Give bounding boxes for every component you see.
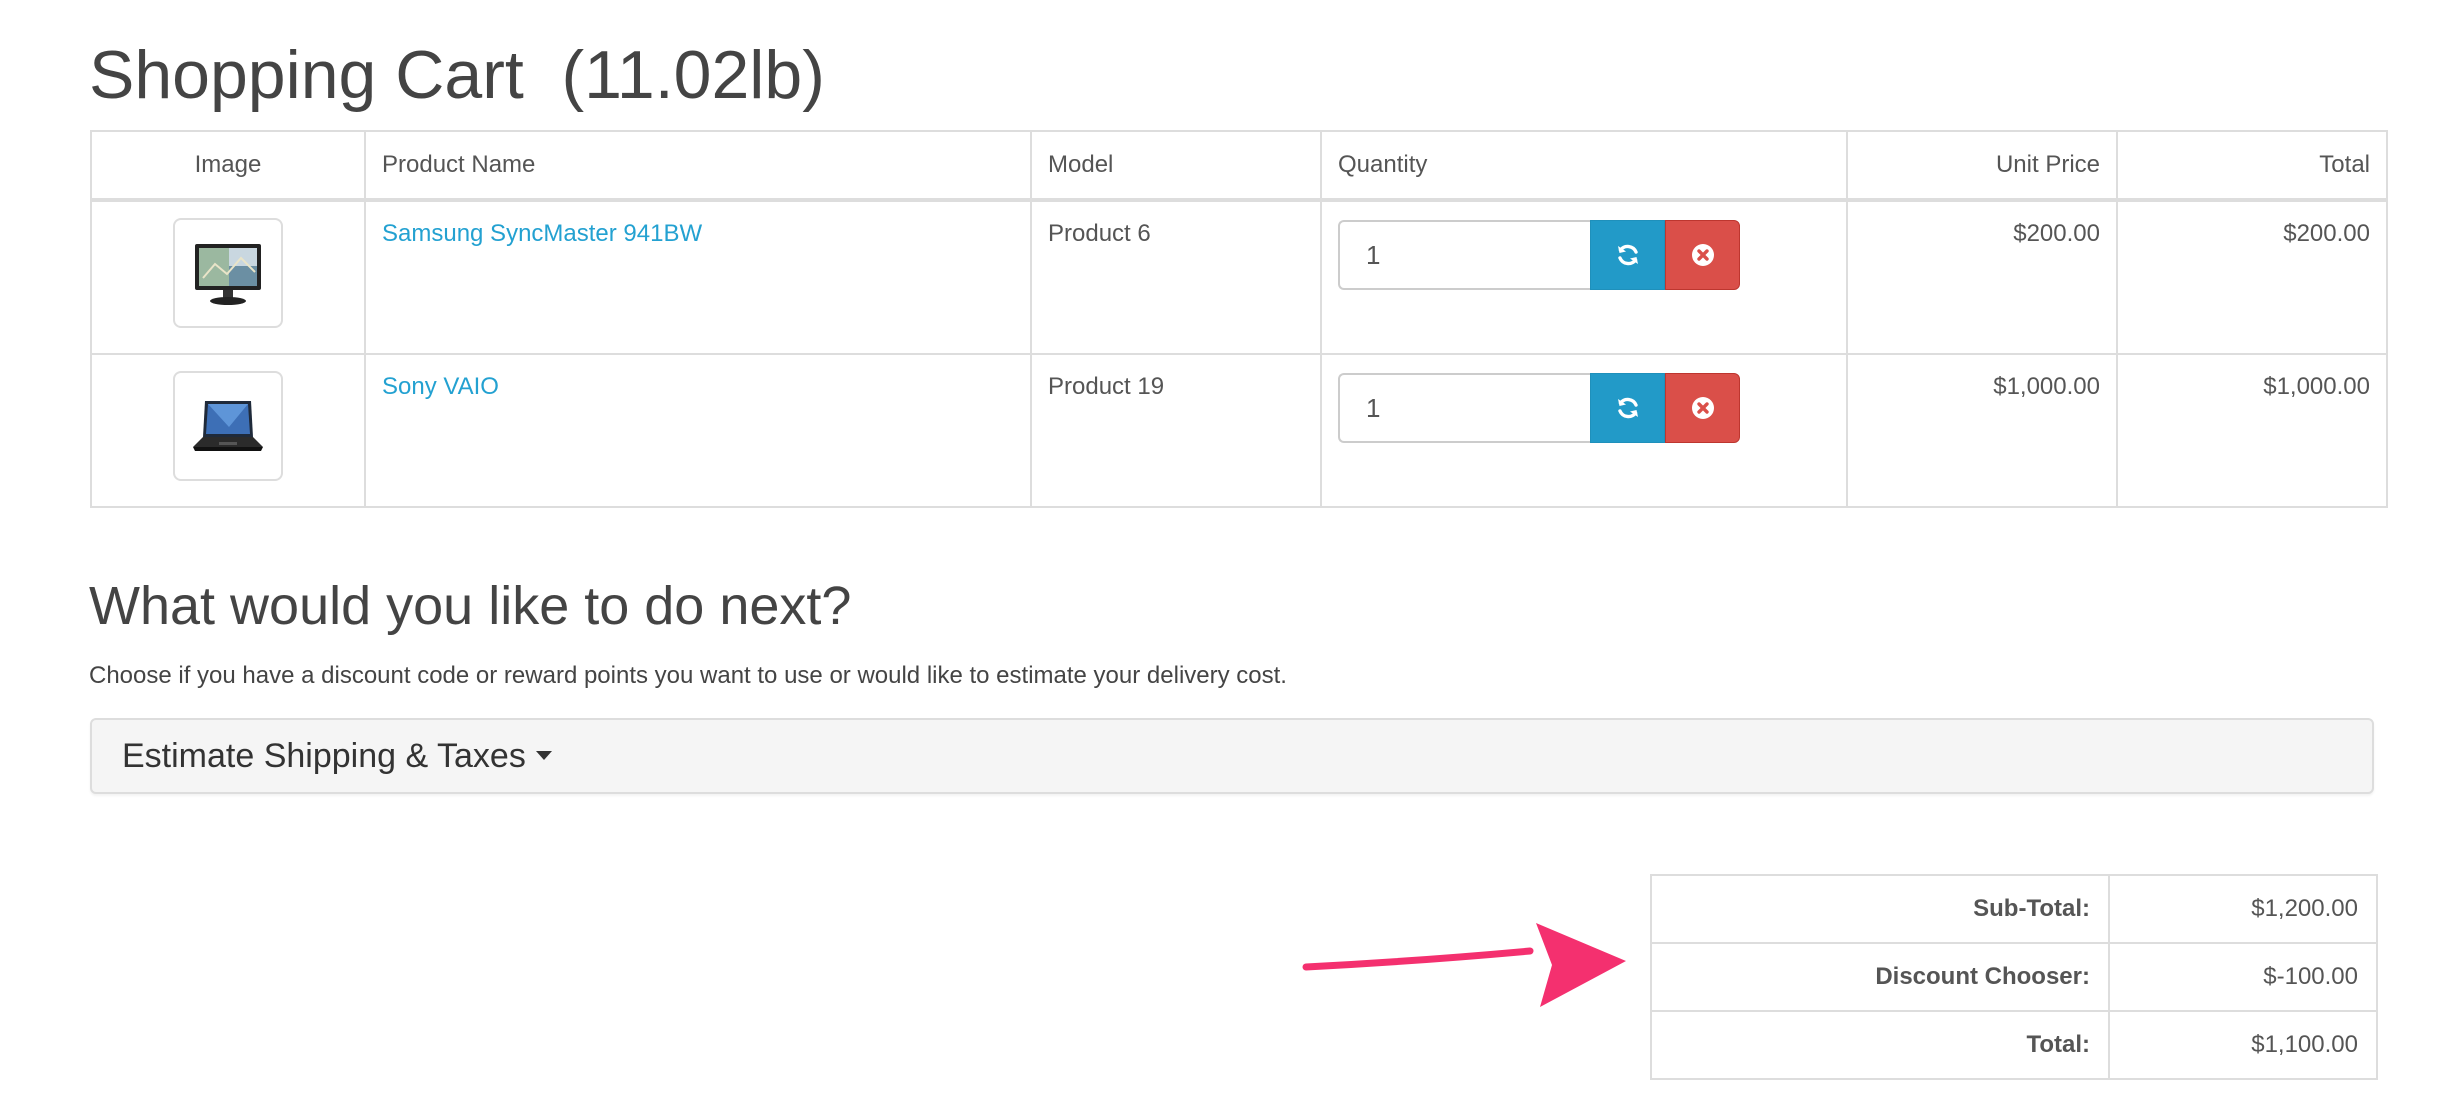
cart-cell-total: $1,000.00 xyxy=(2116,353,2388,508)
cart-header-row: Image Product Name Model Quantity Unit P… xyxy=(90,130,2388,202)
product-link[interactable]: Sony VAIO xyxy=(382,373,499,400)
totals-label: Sub-Total: xyxy=(1650,874,2110,944)
quantity-input[interactable] xyxy=(1338,373,1590,443)
column-header-model: Model xyxy=(1030,130,1322,202)
cart-row: Sony VAIO Product 19 1 $1,000.00 $1,000.… xyxy=(90,353,2388,508)
totals-value: $1,200.00 xyxy=(2108,874,2378,944)
update-quantity-button[interactable] xyxy=(1590,220,1665,290)
remove-item-button[interactable] xyxy=(1665,220,1740,290)
cart-cell-total: $200.00 xyxy=(2116,199,2388,355)
cart-cell-image xyxy=(90,353,366,508)
shipping-panel: Estimate Shipping & Taxes xyxy=(90,718,2374,794)
quantity-group xyxy=(1338,373,1830,443)
column-header-quantity: Quantity xyxy=(1320,130,1848,202)
update-quantity-button[interactable] xyxy=(1590,373,1665,443)
cart-cell-name: Sony VAIO xyxy=(364,353,1032,508)
order-totals-table: Sub-Total: $1,200.00 Discount Chooser: $… xyxy=(1650,874,2378,1080)
cart-cell-unit-price: $1,000.00 xyxy=(1846,353,2118,508)
totals-value: $-100.00 xyxy=(2108,942,2378,1012)
next-steps-title: What would you like to do next? xyxy=(89,576,852,636)
totals-row: Sub-Total: $1,200.00 xyxy=(1650,874,2378,944)
cart-table: Image Product Name Model Quantity Unit P… xyxy=(90,130,2388,508)
caret-down-icon xyxy=(535,750,552,760)
cart-cell-name: Samsung SyncMaster 941BW xyxy=(364,199,1032,355)
monitor-icon xyxy=(195,244,261,305)
cart-cell-image xyxy=(90,199,366,355)
cart-cell-quantity xyxy=(1320,353,1848,508)
refresh-icon xyxy=(1617,244,1638,266)
totals-row: Total: $1,100.00 xyxy=(1650,1010,2378,1080)
cart-cell-model: Product 6 xyxy=(1030,199,1322,355)
cart-cell-quantity xyxy=(1320,199,1848,355)
product-thumbnail[interactable] xyxy=(173,218,283,328)
column-header-unit-price: Unit Price xyxy=(1846,130,2118,202)
next-steps-description: Choose if you have a discount code or re… xyxy=(89,662,1287,689)
cart-row: Samsung SyncMaster 941BW Product 6 1 $20… xyxy=(90,199,2388,355)
remove-circle-icon xyxy=(1691,244,1714,266)
quantity-group xyxy=(1338,220,1830,290)
totals-label: Total: xyxy=(1650,1010,2110,1080)
totals-label: Discount Chooser: xyxy=(1650,942,2110,1012)
cart-cell-model: Product 19 xyxy=(1030,353,1322,508)
quantity-input[interactable] xyxy=(1338,220,1590,290)
page-title: Shopping Cart (11.02lb) xyxy=(89,37,825,113)
refresh-icon xyxy=(1617,397,1638,419)
cart-cell-unit-price: $200.00 xyxy=(1846,199,2118,355)
column-header-image: Image xyxy=(90,130,366,202)
product-link[interactable]: Samsung SyncMaster 941BW xyxy=(382,220,702,247)
column-header-total: Total xyxy=(2116,130,2388,202)
remove-item-button[interactable] xyxy=(1665,373,1740,443)
laptop-icon xyxy=(193,401,263,451)
estimate-shipping-toggle[interactable]: Estimate Shipping & Taxes xyxy=(122,720,552,792)
product-thumbnail[interactable] xyxy=(173,371,283,481)
totals-row: Discount Chooser: $-100.00 xyxy=(1650,942,2378,1012)
column-header-product-name: Product Name xyxy=(364,130,1032,202)
remove-circle-icon xyxy=(1691,397,1714,419)
estimate-shipping-label: Estimate Shipping & Taxes xyxy=(122,737,526,775)
annotation-arrow-icon xyxy=(1302,923,1626,1007)
totals-value: $1,100.00 xyxy=(2108,1010,2378,1080)
